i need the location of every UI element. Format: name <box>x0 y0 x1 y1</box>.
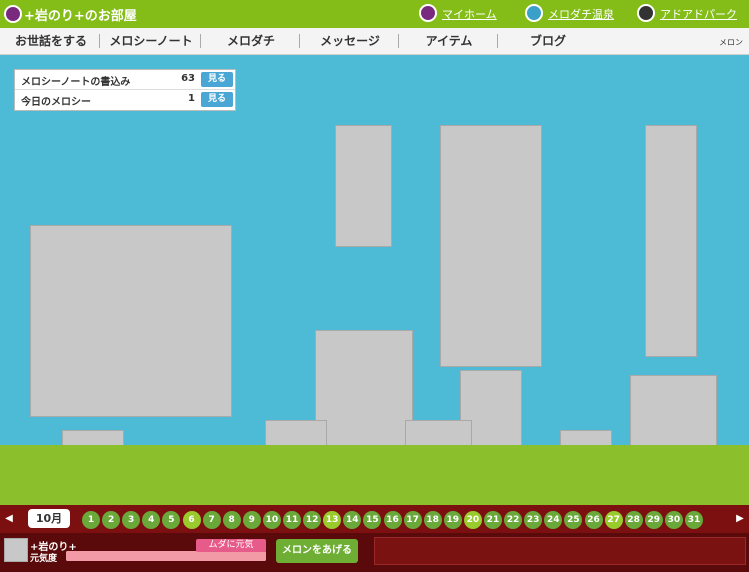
info-panel: メロシーノートの書込み 63 見る 今日のメロシー 1 見る <box>14 69 236 111</box>
calendar-prev-arrow[interactable]: ◀ <box>2 512 16 526</box>
my-home-link[interactable]: マイホーム <box>442 6 497 22</box>
menu-divider <box>497 34 498 48</box>
calendar-day[interactable]: 2 <box>102 511 121 529</box>
menu-item-item[interactable]: アイテム <box>401 28 497 54</box>
flowerpot-white-placeholder <box>405 420 472 445</box>
calendar-day[interactable]: 8 <box>222 511 241 529</box>
my-home-icon <box>419 4 437 22</box>
flowerpot-red-placeholder <box>265 420 327 445</box>
menu-divider <box>200 34 201 48</box>
adpark-link[interactable]: アドアドパーク <box>660 6 737 22</box>
calendar-day[interactable]: 31 <box>685 511 703 529</box>
message-box <box>374 537 746 565</box>
status-button[interactable]: ムダに元気 <box>196 539 266 552</box>
title-bar: +岩のり+のお部屋 マイホーム メロダチ温泉 アドアドパーク <box>0 0 749 28</box>
melon-counter: メロン <box>719 38 743 47</box>
calendar-day[interactable]: 7 <box>202 511 221 529</box>
mirror-placeholder <box>315 330 413 445</box>
calendar-day[interactable]: 26 <box>584 511 603 529</box>
calendar-day[interactable]: 11 <box>283 511 301 529</box>
room-floor <box>0 445 749 505</box>
menu-bar: お世話をする メロシーノート メロダチ メッセージ アイテム ブログ メロン <box>0 28 749 55</box>
calendar-day[interactable]: 19 <box>443 511 462 529</box>
calendar-day[interactable]: 22 <box>504 511 523 529</box>
calendar-day[interactable]: 29 <box>644 511 663 529</box>
status-label: 元気度 <box>30 554 58 564</box>
calendar-day[interactable]: 6 <box>182 511 201 529</box>
strawberry-vine-placeholder <box>645 125 697 357</box>
menu-item-note[interactable]: メロシーノート <box>102 28 200 54</box>
menu-item-friends[interactable]: メロダチ <box>203 28 299 54</box>
calendar-day[interactable]: 21 <box>484 511 502 529</box>
calendar-day[interactable]: 20 <box>463 511 482 529</box>
avatar-icon <box>4 5 22 23</box>
menu-item-blog[interactable]: ブログ <box>500 28 596 54</box>
onsen-link[interactable]: メロダチ温泉 <box>548 6 614 22</box>
calendar-next-arrow[interactable]: ▶ <box>733 512 747 526</box>
info-row-today: 今日のメロシー 1 見る <box>15 90 235 109</box>
menu-item-message[interactable]: メッセージ <box>302 28 398 54</box>
tv-placeholder <box>30 225 232 417</box>
character-black-placeholder <box>62 430 124 445</box>
onsen-icon <box>525 4 543 22</box>
info-note-label: メロシーノートの書込み <box>21 77 131 88</box>
calendar-day[interactable]: 10 <box>262 511 281 529</box>
room-scene <box>0 55 749 445</box>
calendar-day[interactable]: 30 <box>664 511 683 529</box>
status-fill <box>66 551 266 561</box>
calendar-day[interactable]: 28 <box>624 511 643 529</box>
calendar-day[interactable]: 1 <box>82 511 100 529</box>
adpark-icon <box>637 4 655 22</box>
room-title: +岩のり+のお部屋 <box>24 9 137 24</box>
info-note-view-button[interactable]: 見る <box>201 72 233 87</box>
menu-divider <box>398 34 399 48</box>
give-melon-button[interactable]: メロンをあげる <box>276 539 358 563</box>
info-note-count: 63 <box>181 73 195 84</box>
calendar-day[interactable]: 9 <box>242 511 261 529</box>
calendar-day[interactable]: 16 <box>383 511 402 529</box>
door-placeholder <box>630 375 717 445</box>
post-sign-placeholder <box>560 430 612 445</box>
menu-divider <box>299 34 300 48</box>
reindeer-placeholder <box>440 125 542 367</box>
calendar-month-tab[interactable]: 10月 <box>28 509 70 528</box>
grapes-placeholder <box>335 125 392 247</box>
calendar-day[interactable]: 12 <box>303 511 322 529</box>
calendar-day[interactable]: 27 <box>604 511 623 529</box>
status-avatar-placeholder <box>4 538 28 562</box>
menu-item-care[interactable]: お世話をする <box>6 28 96 54</box>
info-row-note: メロシーノートの書込み 63 見る <box>15 70 235 90</box>
calendar-day[interactable]: 18 <box>423 511 442 529</box>
menu-divider <box>99 34 100 48</box>
meromero-room-app: +岩のり+のお部屋 マイホーム メロダチ温泉 アドアドパーク お世話をする メロ… <box>0 0 749 572</box>
info-today-count: 1 <box>188 93 195 104</box>
calendar-day[interactable]: 17 <box>403 511 422 529</box>
info-today-label: 今日のメロシー <box>21 97 91 108</box>
status-track <box>66 551 266 561</box>
info-today-view-button[interactable]: 見る <box>201 92 233 107</box>
